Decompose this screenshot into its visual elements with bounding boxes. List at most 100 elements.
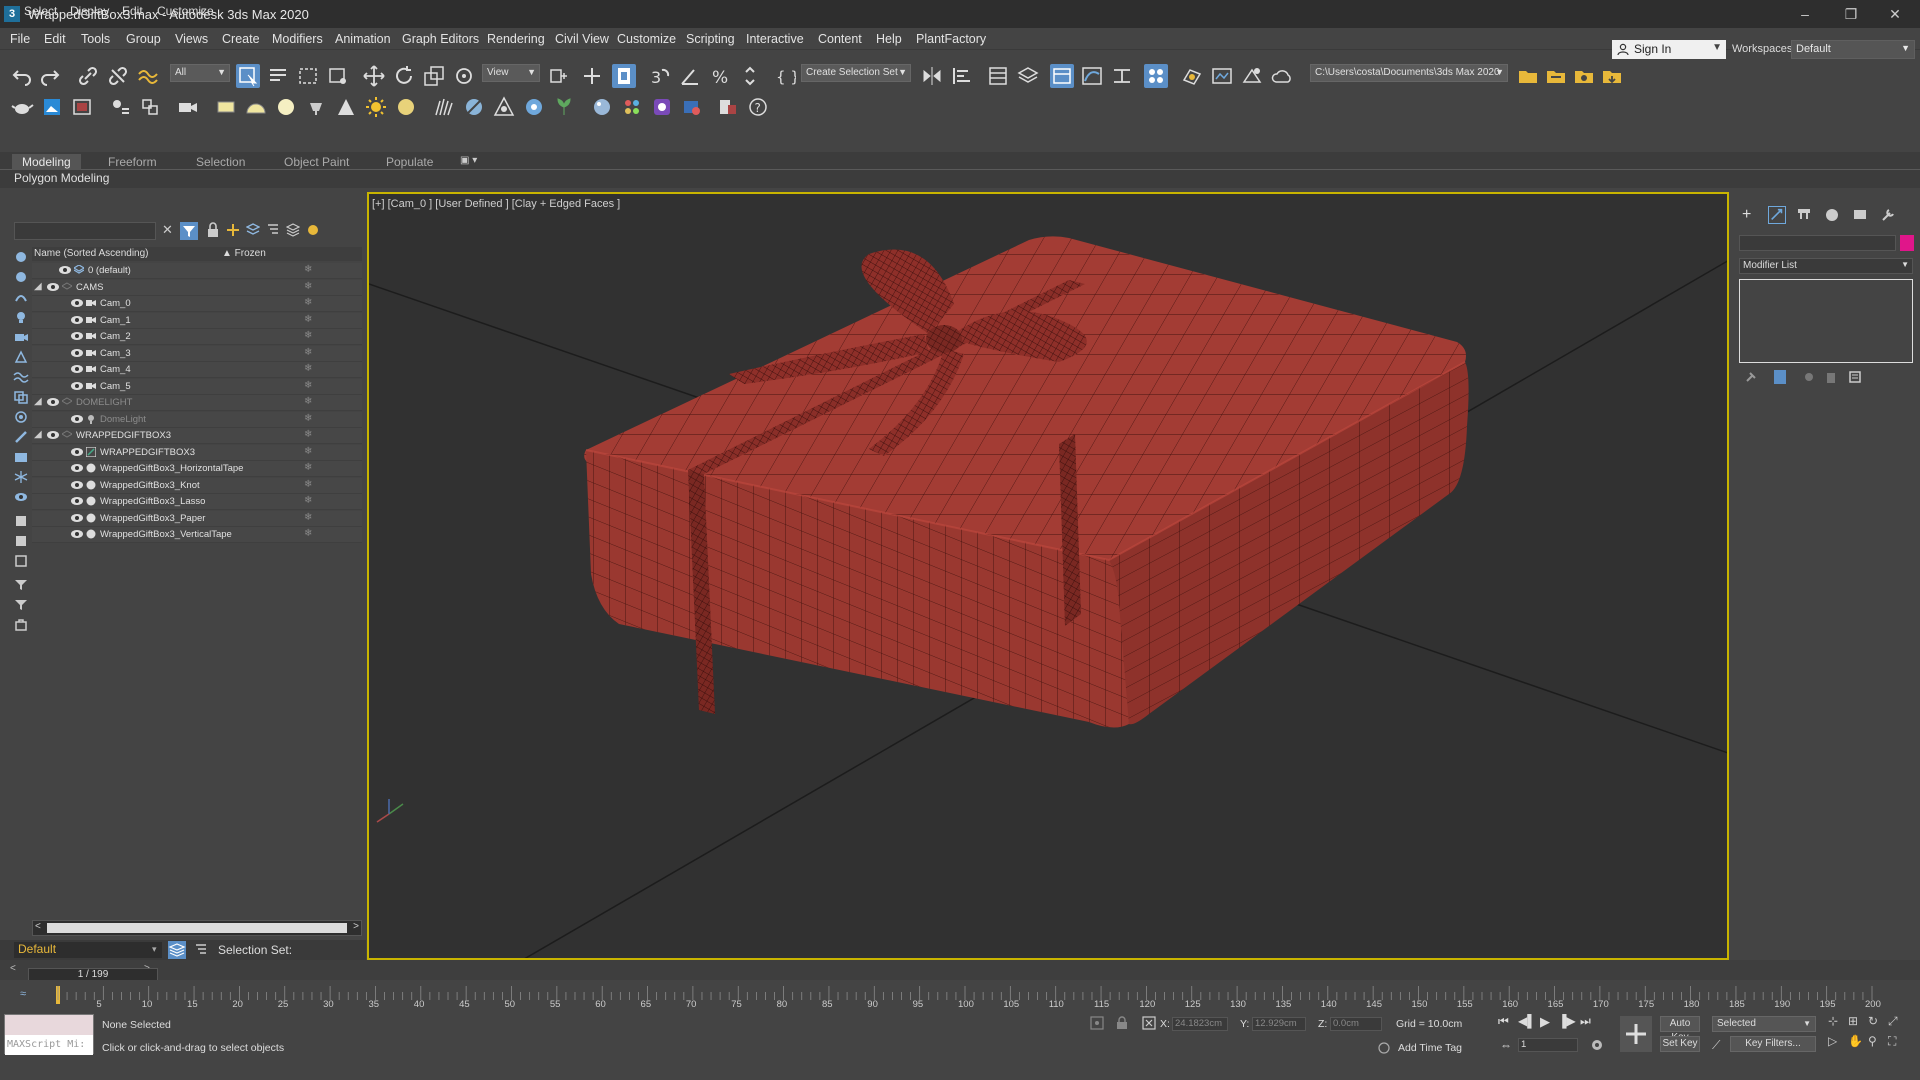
project-browse-icon[interactable]: [1516, 64, 1540, 88]
polygon-modeling-label[interactable]: Polygon Modeling: [14, 171, 109, 185]
visibility-eye-icon[interactable]: [70, 414, 84, 424]
scene-tree-row[interactable]: WrappedGiftBox3_Knot ❄: [32, 477, 362, 494]
recent-folder-icon[interactable]: [1572, 64, 1596, 88]
clear-search-icon[interactable]: ✕: [162, 222, 173, 238]
scroll-left-icon[interactable]: <: [35, 921, 41, 932]
rectangle-selection-icon[interactable]: [296, 64, 320, 88]
render-setup-icon[interactable]: [1180, 64, 1204, 88]
fur-icon[interactable]: [432, 95, 456, 119]
scrollbar-thumb[interactable]: [47, 923, 347, 933]
absolute-mode-icon[interactable]: [1142, 1016, 1156, 1033]
keyboard-shortcut-override-icon[interactable]: [612, 64, 636, 88]
menu-scripting[interactable]: Scripting: [686, 32, 735, 46]
sign-in-button[interactable]: Sign In ▼: [1612, 40, 1726, 59]
se-menu-select[interactable]: Select: [24, 4, 57, 18]
scene-object-name[interactable]: WrappedGiftBox3_HorizontalTape: [100, 463, 243, 474]
scroll-right-icon[interactable]: >: [353, 921, 359, 932]
isolate-selection-icon[interactable]: [1090, 1016, 1104, 1033]
menu-file[interactable]: File: [10, 32, 30, 46]
unlink-icon[interactable]: [106, 64, 130, 88]
sync-selection-icon[interactable]: [306, 223, 320, 237]
scene-object-name[interactable]: DomeLight: [100, 414, 146, 425]
track-bar[interactable]: 5 10 15 20 25 30 35 40 45 50 55 60 65 70 75 80 85 90 95 100…: [0, 980, 1920, 1010]
previous-frame-icon[interactable]: ◀▌: [1518, 1014, 1536, 1028]
scene-tree-row[interactable]: Cam_3 ❄: [32, 345, 362, 362]
schematic-view-icon[interactable]: [1110, 64, 1134, 88]
tab-freeform[interactable]: Freeform: [98, 154, 167, 170]
x-coordinate-field[interactable]: 24.1823cm: [1172, 1017, 1228, 1031]
spot-light-icon[interactable]: [334, 95, 358, 119]
zoom-extents-icon[interactable]: ⤢: [1888, 1014, 1898, 1029]
filter-icon[interactable]: [180, 222, 198, 240]
zoom-icon[interactable]: ⊹: [1828, 1014, 1838, 1028]
open-folder-icon[interactable]: [1544, 64, 1568, 88]
maxscript-listener[interactable]: MAXScript Mi:: [4, 1014, 94, 1055]
display-xrefs-icon[interactable]: [13, 410, 29, 424]
display-space-warps-icon[interactable]: [13, 370, 29, 384]
freeze-icon[interactable]: ❄: [304, 380, 312, 391]
freeze-icon[interactable]: ❄: [304, 495, 312, 506]
layers-icon[interactable]: [245, 223, 261, 237]
bind-space-warp-icon[interactable]: [136, 64, 160, 88]
visibility-eye-icon[interactable]: [46, 397, 60, 407]
scene-tree-row[interactable]: Cam_5 ❄: [32, 378, 362, 395]
expand-toggle-icon[interactable]: ◢: [34, 396, 42, 407]
display-helpers-icon[interactable]: [13, 350, 29, 364]
teapot-icon[interactable]: [10, 95, 34, 119]
pin-stack-icon[interactable]: [1744, 370, 1758, 387]
material-sphere-icon[interactable]: [590, 95, 614, 119]
scene-tree-row[interactable]: Cam_1 ❄: [32, 312, 362, 329]
scale-icon[interactable]: [422, 64, 446, 88]
hierarchy-icon[interactable]: [266, 223, 280, 237]
project-settings-icon[interactable]: [1600, 64, 1624, 88]
scene-object-name[interactable]: WRAPPEDGIFTBOX3: [100, 447, 195, 458]
display-containers-icon[interactable]: [13, 450, 29, 464]
undo-icon[interactable]: [10, 64, 34, 88]
render-in-cloud-icon[interactable]: [1270, 64, 1294, 88]
scatter-plant-icon[interactable]: [552, 95, 576, 119]
object-color-swatch[interactable]: [1900, 235, 1914, 251]
scene-object-name[interactable]: CAMS: [76, 282, 103, 293]
scene-tree-row[interactable]: Cam_2 ❄: [32, 329, 362, 345]
modifier-list-select[interactable]: Modifier List ▼: [1739, 258, 1913, 274]
menu-civil-view[interactable]: Civil View: [555, 32, 609, 46]
scene-tree-row[interactable]: DomeLight ❄: [32, 411, 362, 428]
modifier-stack[interactable]: [1739, 279, 1913, 363]
minimize-button[interactable]: –: [1790, 4, 1820, 24]
visibility-eye-icon[interactable]: [70, 381, 84, 391]
motion-tab-icon[interactable]: [1824, 207, 1840, 226]
time-tag-icon[interactable]: [1378, 1042, 1390, 1057]
menu-create[interactable]: Create: [222, 32, 260, 46]
display-tab-icon[interactable]: [1852, 207, 1868, 226]
display-all-icon[interactable]: [13, 250, 29, 264]
select-children-icon[interactable]: [13, 618, 29, 632]
create-layer-icon[interactable]: [226, 223, 240, 237]
scene-tree-row[interactable]: WrappedGiftBox3_VerticalTape ❄: [32, 527, 362, 543]
visibility-eye-icon[interactable]: [70, 529, 84, 539]
column-name-header[interactable]: Name (Sorted Ascending): [34, 248, 149, 259]
set-key-big-button[interactable]: [1620, 1016, 1652, 1052]
se-menu-customize[interactable]: Customize: [157, 4, 214, 18]
pan-icon[interactable]: ✋: [1848, 1034, 1863, 1048]
environment-icon[interactable]: [40, 95, 64, 119]
add-time-tag[interactable]: Add Time Tag: [1398, 1042, 1462, 1054]
proxy-icon[interactable]: [492, 95, 516, 119]
visibility-eye-icon[interactable]: [70, 496, 84, 506]
viewport-label[interactable]: [+] [Cam_0 ] [User Defined ] [Clay + Edg…: [372, 198, 620, 210]
freeze-icon[interactable]: ❄: [304, 413, 312, 424]
freeze-icon[interactable]: ❄: [304, 462, 312, 473]
scene-tree-row[interactable]: Cam_0 ❄: [32, 296, 362, 312]
se-menu-display[interactable]: Display: [70, 4, 109, 18]
scene-tree-row[interactable]: ◢ DOMELIGHT ❄: [32, 395, 362, 411]
walk-through-icon[interactable]: ⚲: [1868, 1034, 1877, 1048]
key-tangent-icon[interactable]: ⟋: [1712, 1038, 1720, 1053]
se-menu-edit[interactable]: Edit: [122, 4, 143, 18]
freeze-icon[interactable]: ❄: [304, 528, 312, 539]
scene-search-input[interactable]: [14, 222, 156, 240]
render-production-icon[interactable]: [1240, 64, 1264, 88]
tab-selection[interactable]: Selection: [186, 154, 255, 170]
maximize-viewport-icon[interactable]: ⛶: [1888, 1034, 1896, 1049]
vray-render-icon[interactable]: [650, 95, 674, 119]
key-filters-button[interactable]: Key Filters...: [1730, 1036, 1816, 1052]
scene-object-name[interactable]: Cam_4: [100, 364, 131, 375]
